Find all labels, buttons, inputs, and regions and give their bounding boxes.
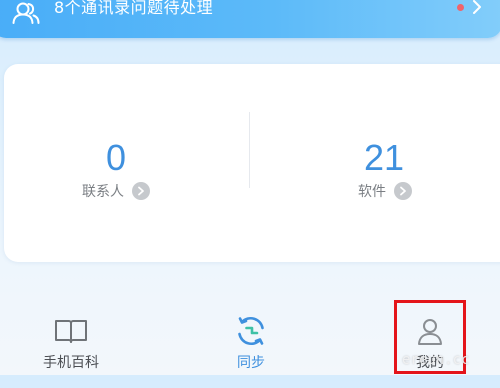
banner-message: 8个通讯录问题待处理 (54, 0, 214, 17)
contacts-issue-banner[interactable]: 8个通讯录问题待处理 (0, 0, 500, 38)
contacts-icon (12, 2, 40, 24)
book-icon (55, 320, 87, 343)
contacts-link[interactable]: 联系人 (82, 180, 150, 202)
apps-link[interactable]: 软件 (358, 180, 412, 202)
apps-label: 软件 (358, 184, 386, 200)
sync-icon (238, 316, 264, 346)
contacts-count: 0 (105, 137, 127, 178)
chevron-right-icon (394, 182, 412, 200)
chevron-right-icon (473, 0, 481, 14)
apps-count: 21 (363, 137, 405, 178)
chevron-right-icon (132, 182, 150, 200)
contacts-label: 联系人 (82, 184, 124, 200)
tab-encyclopedia-label: 手机百科 (43, 355, 99, 371)
watermark-text: ereun.cc (402, 352, 470, 368)
tab-sync[interactable]: 同步 (196, 316, 306, 388)
stats-divider (249, 112, 250, 188)
unread-dot (457, 4, 464, 11)
tab-encyclopedia[interactable]: 手机百科 (16, 318, 126, 388)
tab-sync-label: 同步 (237, 355, 265, 371)
